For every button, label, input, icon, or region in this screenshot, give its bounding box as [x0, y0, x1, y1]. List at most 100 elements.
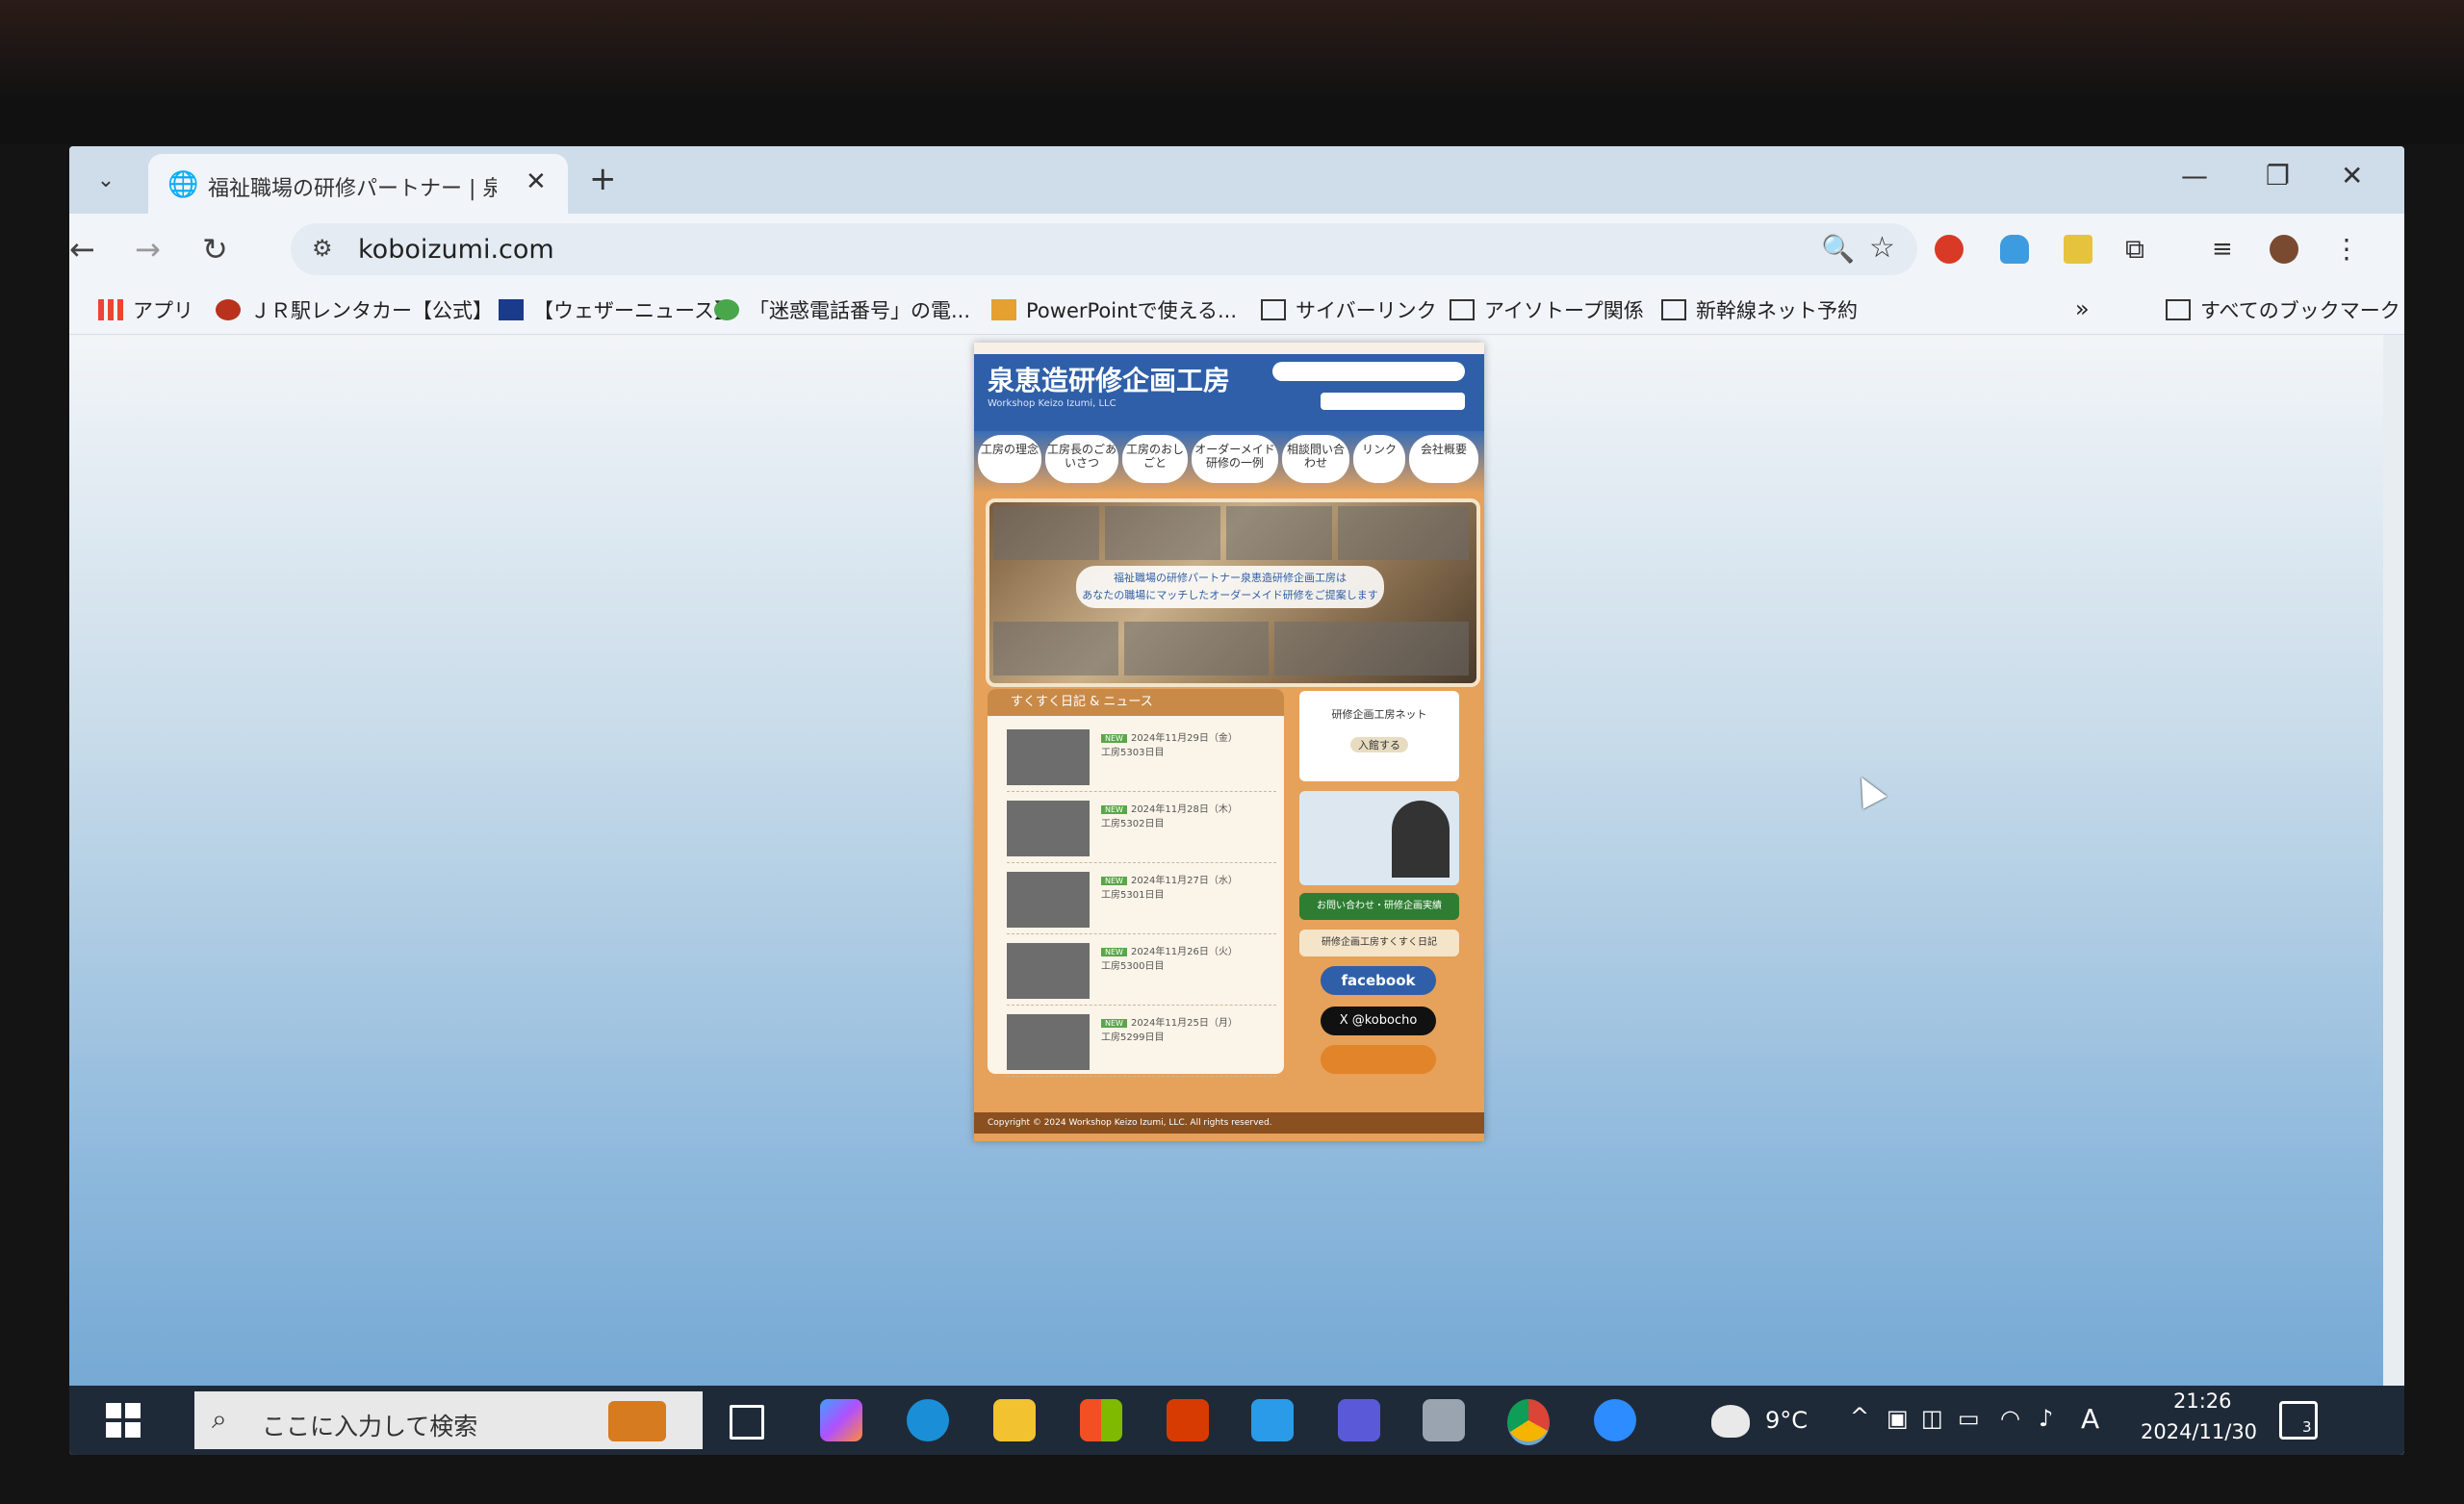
folder-icon	[1661, 299, 1686, 320]
cloud-extension-icon[interactable]	[2000, 235, 2029, 264]
diary-button[interactable]: 研修企画工房すくすく日記	[1299, 930, 1459, 956]
nav-item-rinen[interactable]: 工房の理念	[978, 435, 1041, 483]
nav-item-work[interactable]: 工房のおしごと	[1122, 435, 1188, 483]
site-favicon-icon	[499, 299, 524, 320]
ime-indicator[interactable]: A	[2081, 1403, 2099, 1435]
microsoft-store-icon[interactable]	[1080, 1399, 1122, 1441]
more-bookmarks-icon[interactable]: »	[2075, 295, 2090, 322]
page-viewport: 泉恵造研修企画工房 Workshop Keizo Izumi, LLC 工房の理…	[69, 335, 2404, 1455]
news-item[interactable]: NEW 2024年11月28日（木） 工房5302日目	[1007, 795, 1276, 863]
enter-button[interactable]: 入館する	[1350, 737, 1408, 752]
nav-item-ordermade[interactable]: オーダーメイド研修の一例	[1192, 435, 1278, 483]
url-text: koboizumi.com	[358, 235, 554, 265]
news-thumbnail	[1007, 729, 1090, 785]
hero-photo	[1124, 622, 1269, 676]
screen: ⌄ 🌐 福祉職場の研修パートナー | 泉恵 ✕ + — ❐ ✕ ← → ↻ ⚙ …	[69, 146, 2404, 1455]
bookmark-folder-cyberlink[interactable]: サイバーリンク	[1261, 295, 1437, 324]
zoom-icon[interactable]	[1594, 1399, 1636, 1441]
folder-icon	[1261, 299, 1286, 320]
notification-center-icon[interactable]	[2279, 1401, 2318, 1440]
extension-yellow-icon[interactable]	[2064, 235, 2092, 264]
browser-tab[interactable]: 🌐 福祉職場の研修パートナー | 泉恵 ✕	[148, 154, 568, 214]
chrome-icon[interactable]	[1507, 1399, 1550, 1445]
bookmark-folder-isotope[interactable]: アイソトープ関係	[1450, 295, 1644, 324]
bookmark-apps[interactable]: アプリ	[98, 295, 193, 324]
site-cloud-banner	[1272, 362, 1465, 381]
bookmark-meiwaku[interactable]: 「迷惑電話番号」の電...	[714, 295, 970, 324]
nav-item-company[interactable]: 会社概要	[1409, 435, 1478, 483]
news-item[interactable]: NEW 2024年11月26日（火） 工房5300日目	[1007, 937, 1276, 1006]
news-item[interactable]: NEW 2024年11月29日（金） 工房5303日目	[1007, 724, 1276, 792]
facebook-button[interactable]: facebook	[1321, 966, 1436, 995]
copilot-icon[interactable]	[820, 1399, 862, 1441]
tab-search-chevron-icon[interactable]: ⌄	[87, 164, 125, 198]
tray-display-icon[interactable]: ▣	[1886, 1405, 1909, 1432]
new-tab-button[interactable]: +	[589, 160, 617, 198]
media-control-icon[interactable]: ≡	[2212, 235, 2241, 264]
close-window-icon[interactable]: ✕	[2341, 160, 2363, 191]
clock-date[interactable]: 2024/11/30	[2141, 1420, 2257, 1443]
app-icon[interactable]	[1338, 1399, 1380, 1441]
profile-avatar[interactable]	[2270, 235, 2298, 264]
weather-icon[interactable]	[1711, 1405, 1750, 1438]
taskbar-search[interactable]: ⌕ ここに入力して検索	[194, 1391, 703, 1449]
director-profile[interactable]	[1299, 791, 1459, 885]
search-icon: ⌕	[212, 1403, 227, 1435]
weather-temp[interactable]: 9°C	[1765, 1407, 1808, 1434]
hero-banner: 福祉職場の研修パートナー泉恵造研修企画工房は あなたの職場にマッチしたオーダーメ…	[1076, 566, 1384, 608]
hero-photo	[1226, 506, 1332, 560]
back-icon[interactable]: ←	[69, 231, 95, 268]
vertical-scrollbar[interactable]	[2383, 335, 2404, 1455]
volume-icon[interactable]: ♪	[2039, 1405, 2053, 1432]
minimize-icon[interactable]: —	[2181, 160, 2208, 191]
director-photo	[1392, 801, 1450, 878]
bookmark-star-icon[interactable]: ☆	[1869, 231, 1895, 265]
address-bar[interactable]: ⚙ koboizumi.com 🔍 ☆	[291, 223, 1917, 275]
nav-item-link[interactable]: リンク	[1353, 435, 1405, 483]
bookmark-folder-shinkansen[interactable]: 新幹線ネット予約	[1661, 295, 1858, 324]
briefcase-icon[interactable]	[608, 1401, 666, 1441]
kobo-net-banner[interactable]: 研修企画工房ネット 入館する	[1299, 691, 1459, 781]
contact-achievements-button[interactable]: お問い合わせ・研修企画実績	[1299, 893, 1459, 920]
menu-kebab-icon[interactable]: ⋮	[2333, 235, 2362, 264]
extension-red-icon[interactable]	[1935, 235, 1964, 264]
mail-icon[interactable]	[1251, 1399, 1294, 1441]
camera-icon[interactable]	[1423, 1399, 1465, 1441]
wifi-icon[interactable]: ◠	[2000, 1405, 2020, 1432]
hero-photo	[1105, 506, 1220, 560]
copyright: Copyright © 2024 Workshop Keizo Izumi, L…	[974, 1112, 1484, 1134]
bookmark-jr-rentacar[interactable]: ＪＲ駅レンタカー【公式】	[216, 295, 493, 324]
battery-icon[interactable]: ▭	[1958, 1405, 1980, 1432]
site-nav: 工房の理念 工房長のごあいさつ 工房のおしごと オーダーメイド研修の一例 相談問…	[974, 431, 1484, 493]
news-thumbnail	[1007, 872, 1090, 928]
windows-start-icon[interactable]	[106, 1403, 141, 1438]
clock-time[interactable]: 21:26	[2173, 1389, 2232, 1413]
restore-icon[interactable]: ❐	[2266, 160, 2290, 191]
news-thumbnail	[1007, 1014, 1090, 1070]
bookmark-powerpoint[interactable]: PowerPointで使える...	[991, 295, 1237, 324]
bookmark-weathernews[interactable]: 【ウェザーニュース】	[499, 295, 734, 324]
nav-item-contact[interactable]: 相談問い合わせ	[1282, 435, 1349, 483]
tray-chevron-icon[interactable]: ^	[1850, 1403, 1869, 1430]
task-view-icon[interactable]	[730, 1405, 764, 1440]
site-logo[interactable]: 泉恵造研修企画工房	[988, 360, 1230, 398]
site-mini-links[interactable]	[1321, 393, 1465, 410]
file-explorer-icon[interactable]	[993, 1399, 1036, 1441]
office-icon[interactable]	[1167, 1399, 1209, 1441]
mouse-cursor-icon	[1849, 771, 1887, 809]
mailmagazine-button[interactable]	[1321, 1045, 1436, 1074]
extensions-puzzle-icon[interactable]: ⧉	[2125, 235, 2154, 264]
zoom-icon[interactable]: 🔍	[1821, 233, 1855, 265]
forward-icon[interactable]: →	[135, 231, 161, 268]
edge-icon[interactable]	[907, 1399, 949, 1441]
nav-item-greeting[interactable]: 工房長のごあいさつ	[1045, 435, 1118, 483]
site-info-icon[interactable]: ⚙	[312, 235, 333, 262]
news-item[interactable]: NEW 2024年11月27日（水） 工房5301日目	[1007, 866, 1276, 934]
x-button[interactable]: X @kobocho	[1321, 1007, 1436, 1035]
all-bookmarks[interactable]: すべてのブックマーク	[2166, 295, 2400, 324]
folder-icon	[2166, 299, 2191, 320]
reload-icon[interactable]: ↻	[202, 231, 228, 268]
close-tab-icon[interactable]: ✕	[526, 167, 547, 196]
news-item[interactable]: NEW 2024年11月25日（月） 工房5299日目	[1007, 1008, 1276, 1077]
tray-camera-icon[interactable]: ◫	[1921, 1405, 1943, 1432]
